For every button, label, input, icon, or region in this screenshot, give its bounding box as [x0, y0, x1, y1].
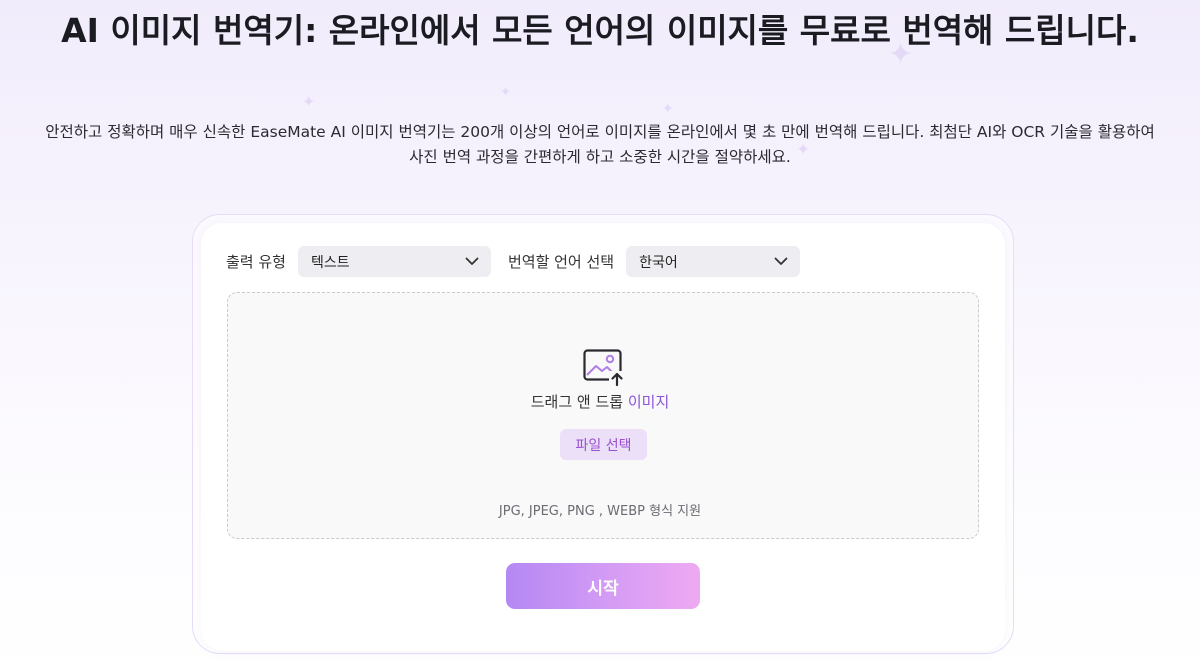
image-upload-icon: [583, 349, 625, 387]
language-select[interactable]: 한국어: [626, 246, 801, 277]
output-type-value: 텍스트: [310, 254, 350, 271]
dropzone-text-main: 드래그 앤 드롭: [530, 393, 624, 411]
output-type-select[interactable]: 텍스트: [297, 246, 491, 277]
sparkle-icon: ✦: [302, 92, 316, 111]
subtitle-line: 안전하고 정확하며 매우 신속한 EaseMate AI 이미지 번역기는 20…: [45, 123, 1155, 141]
page-title: AI 이미지 번역기: 온라인에서 모든 언어의 이미지를 무료로 번역해 드립…: [61, 11, 1139, 50]
output-type-label: 출력 유형: [226, 253, 286, 271]
chevron-down-icon: [774, 257, 788, 266]
dropzone-text: 드래그 앤 드롭 이미지: [0, 391, 1200, 412]
options-row: 출력 유형 텍스트 번역할 언어 선택 한국어: [226, 246, 801, 277]
start-button[interactable]: 시작: [506, 563, 700, 609]
dropzone-text-accent: 이미지: [627, 393, 670, 411]
chevron-down-icon: [465, 257, 479, 266]
page-subtitle: 안전하고 정확하며 매우 신속한 EaseMate AI 이미지 번역기는 20…: [0, 120, 1200, 170]
language-value: 한국어: [639, 254, 678, 271]
sparkle-icon: ✦: [500, 85, 511, 100]
select-file-button[interactable]: 파일 선택: [560, 429, 647, 460]
language-label: 번역할 언어 선택: [507, 253, 615, 271]
subtitle-line: 사진 번역 과정을 간편하게 하고 소중한 시간을 절약하세요.: [409, 148, 791, 166]
supported-formats: JPG, JPEG, PNG , WEBP 형식 지원: [498, 504, 702, 519]
sparkle-icon: ✦: [662, 101, 674, 117]
